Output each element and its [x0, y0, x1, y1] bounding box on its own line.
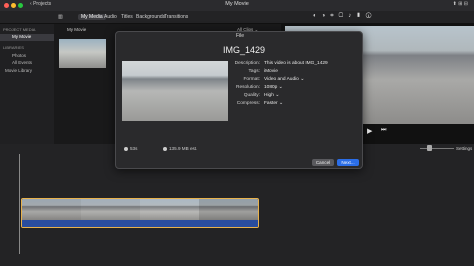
resolution-value: 1080p — [264, 85, 278, 90]
format-value: Video and Audio — [264, 77, 299, 82]
clip-audio-track — [22, 220, 258, 227]
sidebar-item-movie-library[interactable]: Movie Library — [5, 68, 32, 73]
description-label: Description: — [234, 61, 260, 66]
resolution-select[interactable]: 1080p ⌄ — [264, 85, 283, 90]
timeline-clip[interactable] — [21, 198, 259, 228]
toolbar-icons: ⬆ ⊞ ⊟ — [452, 1, 468, 7]
file-size-value: 135.9 MB est. — [169, 146, 198, 151]
quality-value: High — [264, 93, 274, 98]
tab-my-media[interactable]: My Media — [78, 14, 106, 20]
sidebar-item-photos[interactable]: Photos — [12, 53, 26, 58]
window-title: My Movie — [225, 1, 249, 7]
next-button[interactable]: Next... — [337, 159, 359, 166]
clip-frame — [22, 199, 81, 220]
playhead[interactable] — [19, 154, 20, 254]
duration-value: 53s — [130, 146, 138, 151]
compress-value: Faster — [264, 101, 278, 106]
tab-backgrounds[interactable]: Backgrounds — [136, 14, 165, 20]
clip-frame — [140, 199, 199, 220]
compress-label: Compress: — [236, 101, 260, 106]
project-media-heading: PROJECT MEDIA — [3, 27, 36, 32]
quality-select[interactable]: High ⌄ — [264, 93, 279, 98]
tags-field[interactable]: iMovie — [264, 69, 278, 74]
description-field[interactable]: This video is about IMG_1429 — [264, 61, 328, 66]
clip-frame — [81, 199, 140, 220]
share-file-dialog: File IMG_1429 Description: This video is… — [115, 31, 363, 169]
library-sidebar: PROJECT MEDIA My Movie LIBRARIES Photos … — [0, 24, 66, 144]
zoom-slider-knob[interactable] — [427, 145, 432, 151]
file-size-icon — [163, 147, 167, 151]
export-title[interactable]: IMG_1429 — [223, 45, 265, 55]
sidebar-item-all-events[interactable]: All Events — [12, 60, 32, 65]
timeline-settings-button[interactable]: Settings — [456, 146, 472, 151]
format-label: Format: — [243, 77, 260, 82]
zoom-slider-track[interactable] — [420, 148, 454, 149]
title-bar: ‹ Projects My Movie ⬆ ⊞ ⊟ — [0, 0, 474, 11]
tab-transitions[interactable]: Transitions — [164, 14, 188, 20]
adjustment-tool-icons[interactable]: ◐◑⌗▢♪▮ⓘ — [313, 13, 376, 20]
clip-frame — [199, 199, 258, 220]
resolution-label: Resolution: — [236, 85, 260, 90]
sidebar-toggle-icon[interactable]: ▥ — [58, 14, 63, 20]
duration-icon — [124, 147, 128, 151]
libraries-heading: LIBRARIES — [3, 45, 24, 50]
tab-audio[interactable]: Audio — [104, 14, 117, 20]
tab-titles[interactable]: Titles — [121, 14, 133, 20]
clip-thumbnail[interactable] — [59, 39, 106, 68]
dialog-heading: File — [235, 33, 245, 39]
play-icon[interactable]: ▶ — [367, 127, 372, 135]
media-tab-bar: ▥ My Media Audio Titles Backgrounds Tran… — [0, 11, 474, 24]
tags-label: Tags: — [248, 69, 260, 74]
skip-forward-icon[interactable]: ⏭ — [381, 127, 386, 134]
format-select[interactable]: Video and Audio ⌄ — [264, 77, 304, 82]
compress-select[interactable]: Faster ⌄ — [264, 101, 283, 106]
browser-title: My Movie — [67, 27, 87, 32]
cancel-button[interactable]: Cancel — [312, 159, 334, 166]
quality-label: Quality: — [243, 93, 260, 98]
